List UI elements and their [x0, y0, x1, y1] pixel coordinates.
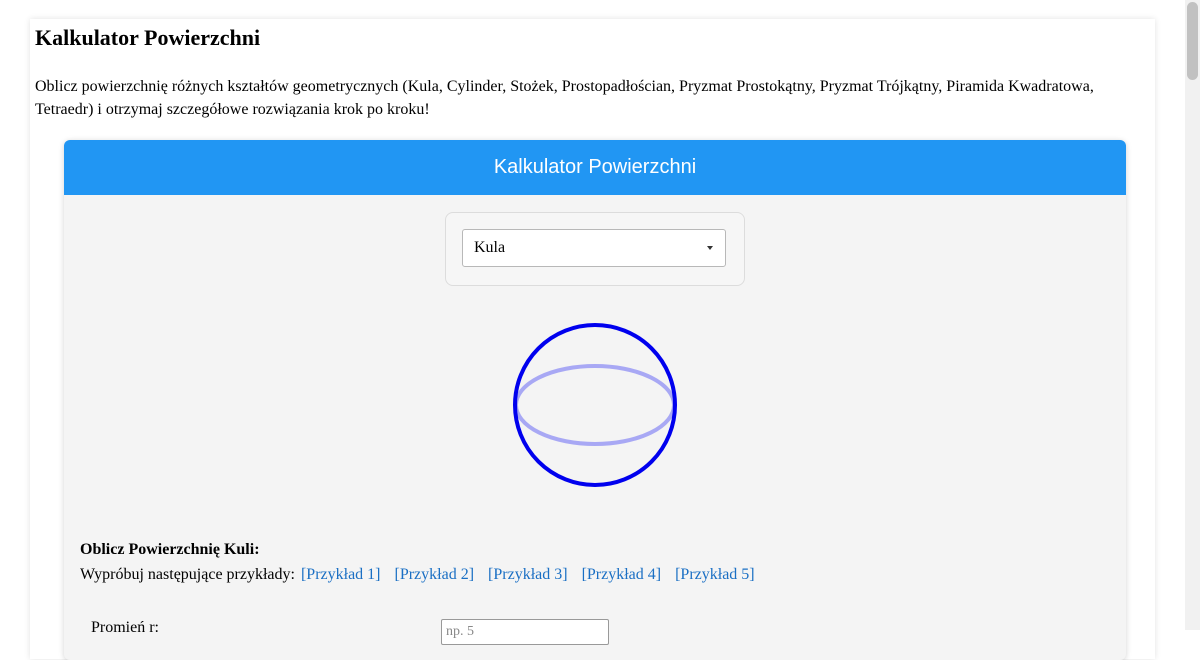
- calculator-header: Kalkulator Powierzchni: [64, 140, 1126, 195]
- calculation-heading: Oblicz Powierzchnię Kuli:: [80, 541, 260, 558]
- sphere-equator: [514, 364, 676, 446]
- shape-select[interactable]: Kula: [462, 229, 726, 267]
- examples-row: Wypróbuj następujące przykłady: [Przykła…: [80, 566, 765, 584]
- sphere-outline: [513, 323, 677, 487]
- page-title: Kalkulator Powierzchni: [35, 25, 261, 50]
- examples-label: Wypróbuj następujące przykłady:: [80, 566, 295, 583]
- example-link-2[interactable]: [Przykład 2]: [395, 566, 475, 583]
- radius-input[interactable]: [441, 619, 609, 645]
- sphere-diagram: [513, 323, 677, 487]
- caret-down-icon: [707, 246, 713, 250]
- example-link-5[interactable]: [Przykład 5]: [675, 566, 755, 583]
- intro-text: Oblicz powierzchnię różnych kształtów ge…: [35, 78, 1094, 118]
- radius-label: Promień r:: [91, 619, 159, 636]
- example-link-1[interactable]: [Przykład 1]: [301, 566, 381, 583]
- shape-select-value: Kula: [474, 239, 506, 256]
- example-link-3[interactable]: [Przykład 3]: [488, 566, 568, 583]
- example-link-4[interactable]: [Przykład 4]: [582, 566, 662, 583]
- scrollbar-thumb[interactable]: [1187, 2, 1198, 80]
- calculator-panel: Kalkulator Powierzchni Kula Oblicz Powie…: [64, 140, 1126, 660]
- shape-select-container: Kula: [445, 212, 745, 286]
- page-card: Kalkulator Powierzchni Oblicz powierzchn…: [30, 19, 1155, 660]
- page-scrollbar[interactable]: [1185, 0, 1200, 630]
